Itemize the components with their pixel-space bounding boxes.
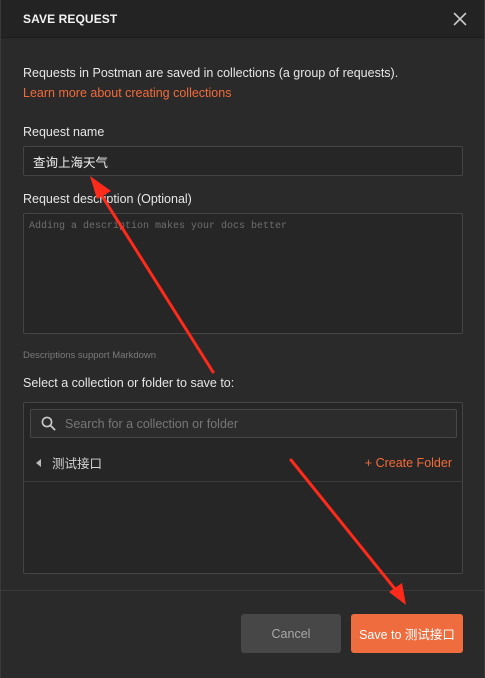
intro-text: Requests in Postman are saved in collect… [23, 66, 399, 80]
back-arrow-icon[interactable] [36, 458, 41, 467]
dialog-title: SAVE REQUEST [23, 11, 118, 26]
request-description-label: Request description (Optional) [23, 192, 192, 206]
save-request-dialog: SAVE REQUEST Requests in Postman are sav… [0, 0, 485, 678]
collection-select-label: Select a collection or folder to save to… [23, 376, 235, 390]
request-name-input[interactable] [23, 146, 463, 176]
current-folder-row: 测试接口 + Create Folder [24, 444, 462, 482]
collection-picker: 测试接口 + Create Folder [23, 402, 463, 574]
search-icon [41, 416, 56, 431]
request-description-input[interactable] [23, 213, 463, 334]
create-folder-link[interactable]: + Create Folder [365, 456, 452, 470]
dialog-header: SAVE REQUEST [1, 0, 484, 38]
annotation-arrows [90, 176, 406, 605]
request-name-label: Request name [23, 125, 105, 139]
close-icon [453, 12, 467, 25]
close-button[interactable] [450, 9, 470, 29]
cancel-button[interactable]: Cancel [241, 614, 341, 653]
markdown-hint: Descriptions support Markdown [23, 350, 157, 361]
current-folder-name: 测试接口 [52, 457, 103, 471]
save-button[interactable]: Save to 测试接口 [351, 614, 463, 653]
collection-search-input[interactable] [65, 416, 456, 431]
learn-more-link[interactable]: Learn more about creating collections [23, 86, 231, 100]
collection-search-box [30, 409, 457, 438]
dialog-footer: Cancel Save to 测试接口 [1, 590, 484, 678]
